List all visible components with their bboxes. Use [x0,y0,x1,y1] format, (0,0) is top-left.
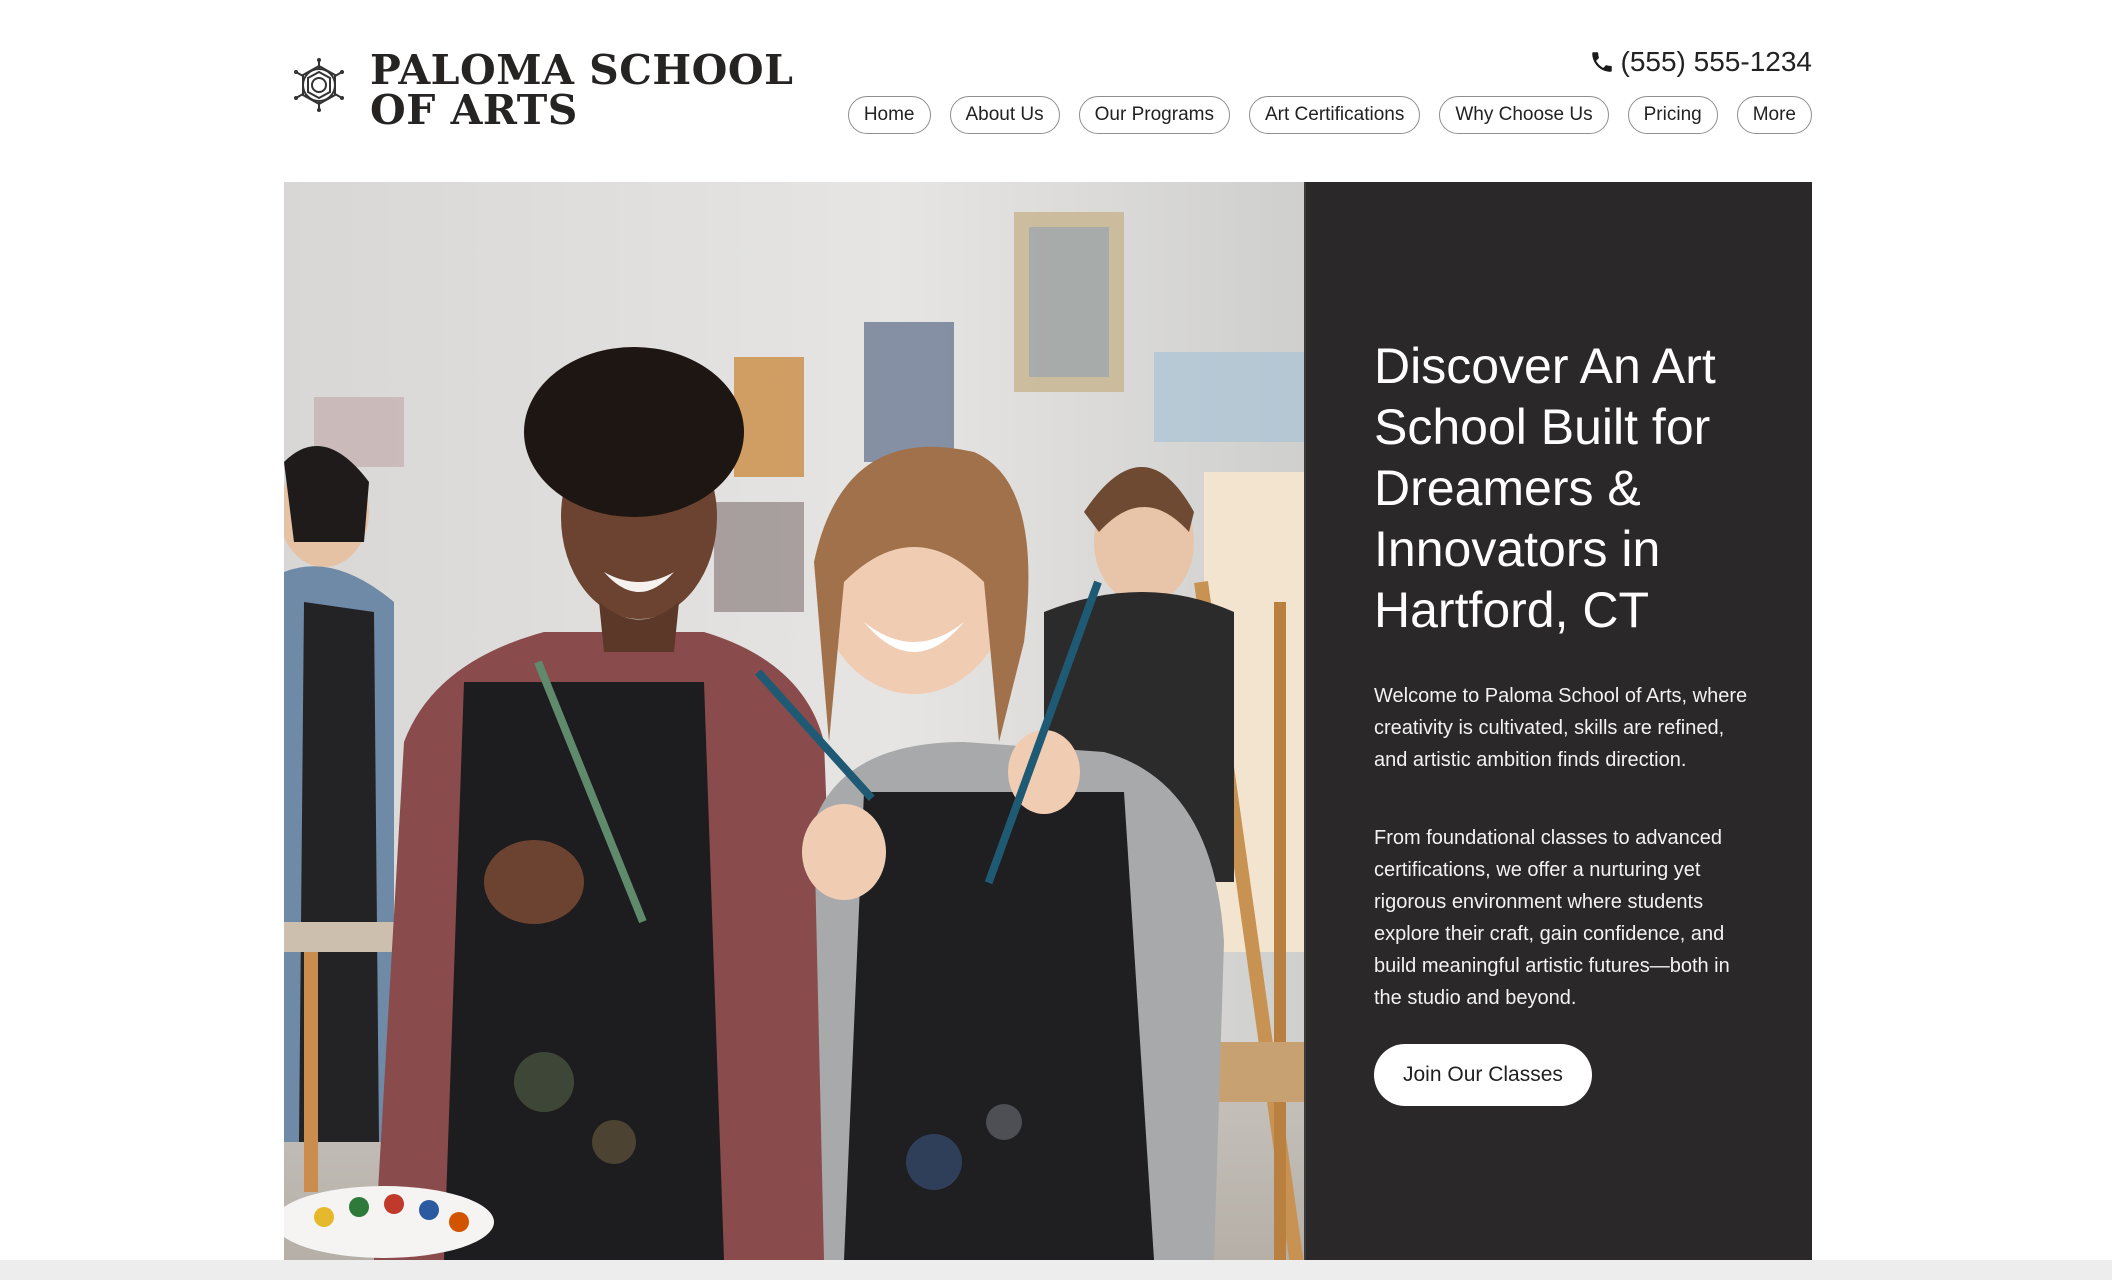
brand-name-line2: OF ARTS [370,86,578,134]
hero-photo-illustration [284,182,1304,1260]
brand-name-line1: PALOMA SCHOOL [370,46,794,94]
hero-title: Discover An Art School Built for Dreamer… [1374,338,1716,638]
hero-section: Discover An Art School Built for Dreamer… [284,182,1812,1260]
hero-image [284,182,1304,1260]
brand-name: PALOMA SCHOOL OF ARTS [370,46,794,134]
nav-item-why-choose-us[interactable]: Why Choose Us [1439,96,1609,134]
nav-item-home[interactable]: Home [847,96,931,134]
nav-item-about-us[interactable]: About Us [949,96,1060,134]
main-nav: Home About Us Our Programs Art Certifica… [847,96,1812,134]
mandala-icon [294,58,344,112]
brand-logo[interactable]: PALOMA SCHOOL OF ARTS [292,46,794,134]
phone-number: (555) 555-1234 [1620,46,1812,77]
site-header: PALOMA SCHOOL OF ARTS (555) 555-1234 Hom… [284,0,1812,182]
hero-content-panel: Discover An Art School Built for Dreamer… [1304,182,1812,1260]
phone-link[interactable]: (555) 555-1234 [1589,46,1812,78]
nav-item-art-certifications[interactable]: Art Certifications [1248,96,1421,134]
nav-item-more[interactable]: More [1736,96,1812,134]
page-bottom-strip [0,1260,2112,1280]
hero-intro-paragraph: Welcome to Paloma School of Arts, where … [1374,685,1748,771]
nav-item-pricing[interactable]: Pricing [1627,96,1718,134]
join-classes-button[interactable]: Join Our Classes [1374,1044,1592,1106]
nav-item-our-programs[interactable]: Our Programs [1078,96,1230,134]
hero-description-paragraph: From foundational classes to advanced ce… [1374,827,1730,1009]
phone-icon [1591,52,1612,72]
